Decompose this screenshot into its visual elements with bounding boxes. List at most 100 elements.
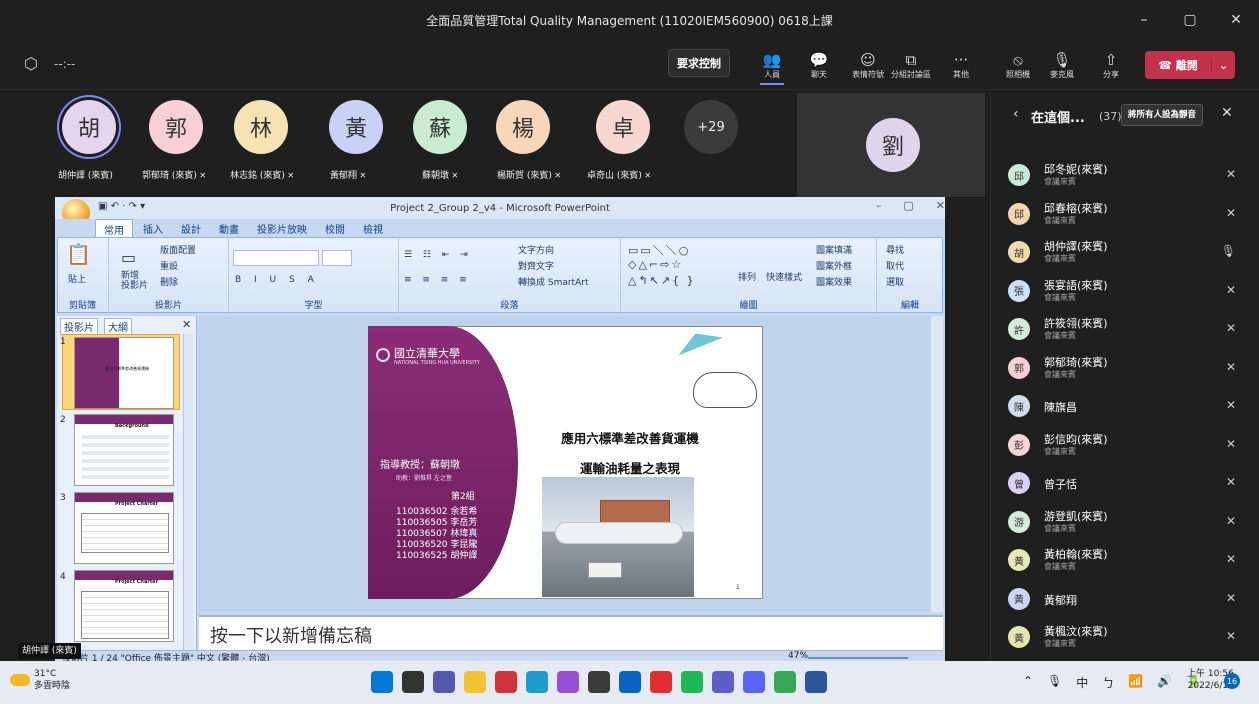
new-slide-button[interactable]: 新增 投影片 (121, 271, 148, 291)
word-icon[interactable] (805, 671, 827, 693)
participant-row[interactable]: 郭郭郁琦(來賓) 會議來賓 ✕ (1000, 350, 1250, 386)
tray-overflow-icon[interactable]: ⌃ (1023, 674, 1033, 691)
chat-button[interactable]: 💬 聊天 (797, 44, 841, 86)
shapes-gallery-row3[interactable]: △↰↖↗{ } (628, 274, 696, 287)
tray-mic-icon[interactable]: 🎙 (1047, 674, 1062, 691)
participant-avatar[interactable]: 卓 (596, 100, 650, 154)
tab-outline[interactable]: 大綱 (104, 318, 132, 335)
quick-access-toolbar[interactable]: ▣ ↶ · ↷ ▾ (98, 201, 145, 212)
mic-off-icon[interactable]: ✕ (1226, 514, 1236, 528)
participant-avatar[interactable]: 楊 (496, 100, 550, 154)
participant-row[interactable]: 黃 黃柏翰(來賓) 會議來賓 ✕ (1000, 542, 1250, 578)
pp-minimize-icon[interactable]: – (876, 199, 882, 212)
mic-off-icon[interactable]: ✕ (1226, 360, 1236, 374)
participant-row[interactable]: 邱 邱冬妮(來賓) 會議來賓 ✕ (1000, 157, 1250, 193)
slide-thumbnail[interactable]: Background (74, 414, 174, 486)
select-button[interactable]: 選取 (886, 275, 904, 288)
edge-icon[interactable] (526, 671, 548, 693)
slide-thumbnail[interactable]: Project Charter (74, 492, 174, 564)
participant-row[interactable]: 游游登凱(來賓) 會議來賓 ✕ (1000, 504, 1250, 540)
mic-off-icon[interactable]: ✕ (1226, 552, 1236, 566)
video-icon[interactable] (433, 671, 455, 693)
discord-icon[interactable] (743, 671, 765, 693)
tab-insert[interactable]: 插入 (135, 219, 171, 237)
participant-row[interactable]: 張張宴語(來賓) 會議來賓 ✕ (1000, 273, 1250, 309)
slide-thumbnail[interactable]: 應用六標準差改善貨運機 (74, 337, 174, 409)
quick-styles-button[interactable]: 快速樣式 (766, 270, 802, 283)
text-direction-button[interactable]: 文字方向 (518, 243, 554, 256)
shapes-gallery-row2[interactable]: ◇△⌐⇨☆ (628, 258, 683, 271)
ime-bopomofo-icon[interactable]: ㄅ (1102, 674, 1114, 691)
breakout-rooms-button[interactable]: ⧉ 分組討論區 (889, 44, 933, 86)
tab-slides[interactable]: 投影片 (60, 318, 98, 335)
mic-off-icon[interactable]: ✕ (1226, 629, 1236, 643)
file-explorer-icon[interactable] (464, 671, 486, 693)
shield-icon[interactable]: ⬡ (24, 54, 38, 73)
reset-button[interactable]: 重設 (160, 259, 178, 272)
participant-avatar[interactable]: 郭 (149, 100, 203, 154)
tab-design[interactable]: 設計 (173, 219, 209, 237)
mic-button[interactable]: 🎙 麥克風 (1040, 44, 1084, 86)
people-button[interactable]: 👥 人員 (750, 44, 794, 86)
slide-thumbnail[interactable]: Project Charter (74, 570, 174, 642)
shape-outline-button[interactable]: 圖案外框 (816, 259, 852, 272)
chrome-icon[interactable] (774, 671, 796, 693)
minimize-icon[interactable]: – (1121, 0, 1167, 40)
layout-button[interactable]: 版面配置 (160, 243, 196, 256)
tab-animations[interactable]: 動畫 (211, 219, 247, 237)
teams-icon[interactable] (712, 671, 734, 693)
participant-avatar[interactable]: 胡 (62, 100, 116, 154)
panel-close-icon[interactable]: ✕ (182, 318, 191, 331)
shape-fill-button[interactable]: 圖案填滿 (816, 243, 852, 256)
arrange-button[interactable]: 排列 (738, 270, 756, 283)
paste-button[interactable]: 貼上 (68, 272, 86, 285)
notification-badge[interactable]: 16 (1224, 673, 1240, 689)
delete-button[interactable]: 刪除 (160, 275, 178, 288)
weather-widget[interactable]: 31°C 多雲時陰 (34, 668, 70, 692)
participant-avatar[interactable]: 黃 (329, 100, 383, 154)
participant-avatar[interactable]: 林 (234, 100, 288, 154)
mic-off-icon[interactable]: ✕ (1226, 283, 1236, 297)
search-icon[interactable] (402, 671, 424, 693)
replace-button[interactable]: 取代 (886, 259, 904, 272)
font-name-combo[interactable] (233, 250, 319, 266)
tab-view[interactable]: 檢視 (355, 219, 391, 237)
leave-button[interactable]: ☎ 離開 ⌄ (1145, 51, 1235, 79)
participant-row[interactable]: 黃黃郁翔 ✕ (1000, 581, 1250, 617)
canvas-scrollbar[interactable] (931, 316, 943, 612)
participant-row[interactable]: 陳 陳旗昌 ✕ (1000, 388, 1250, 424)
participant-avatar[interactable]: 蘇 (413, 100, 467, 154)
mic-on-icon[interactable]: 🎙 (1221, 244, 1236, 258)
zoom-level[interactable]: 47% (788, 651, 808, 661)
slides-panel-scrollbar[interactable] (183, 334, 193, 650)
ime-chinese-icon[interactable]: 中 (1076, 674, 1088, 691)
mic-off-icon[interactable]: ✕ (1226, 437, 1236, 451)
participant-row[interactable]: 黃 黃楓汶(來賓) 會議來賓 ✕ (1000, 619, 1250, 655)
app-red-icon[interactable] (495, 671, 517, 693)
align-text-button[interactable]: 對齊文字 (518, 259, 554, 272)
wifi-icon[interactable]: 📶 (1128, 674, 1143, 691)
reactions-button[interactable]: ☺ 表情符號 (846, 44, 890, 86)
share-button[interactable]: ⇧ 分享 (1089, 44, 1133, 86)
participant-row[interactable]: 許 許筱翎(來賓) 會議來賓 ✕ (1000, 311, 1250, 347)
tab-review[interactable]: 校閱 (317, 219, 353, 237)
find-button[interactable]: 尋找 (886, 243, 904, 256)
request-control-button[interactable]: 要求控制 (668, 49, 730, 77)
mute-all-button[interactable]: 將所有人設為靜音 (1121, 104, 1204, 126)
zoom-slider[interactable] (808, 657, 908, 659)
mic-off-icon[interactable]: ✕ (1226, 475, 1236, 489)
mic-off-icon[interactable]: ✕ (1226, 167, 1236, 181)
mic-off-icon[interactable]: ✕ (1226, 206, 1236, 220)
volume-icon[interactable]: 🔊 (1157, 674, 1172, 691)
participant-row[interactable]: 彭彭信昀(來賓) 會議來賓 ✕ (1000, 427, 1250, 463)
pp-close-icon[interactable]: ✕ (936, 199, 945, 212)
shape-effects-button[interactable]: 圖案效果 (816, 275, 852, 288)
participant-row[interactable]: 曾 曾子恬 ✕ (1000, 465, 1250, 501)
notes-placeholder[interactable]: 按一下以新增備忘稿 (210, 622, 372, 648)
spotify-icon[interactable] (681, 671, 703, 693)
shapes-gallery[interactable]: ▭▭＼＼○ (628, 242, 690, 258)
more-participants-button[interactable]: +29 (684, 100, 738, 154)
smartart-button[interactable]: 轉換成 SmartArt (518, 275, 588, 288)
terminal-icon[interactable] (588, 671, 610, 693)
panel-close-button[interactable]: ✕ (1221, 105, 1233, 121)
